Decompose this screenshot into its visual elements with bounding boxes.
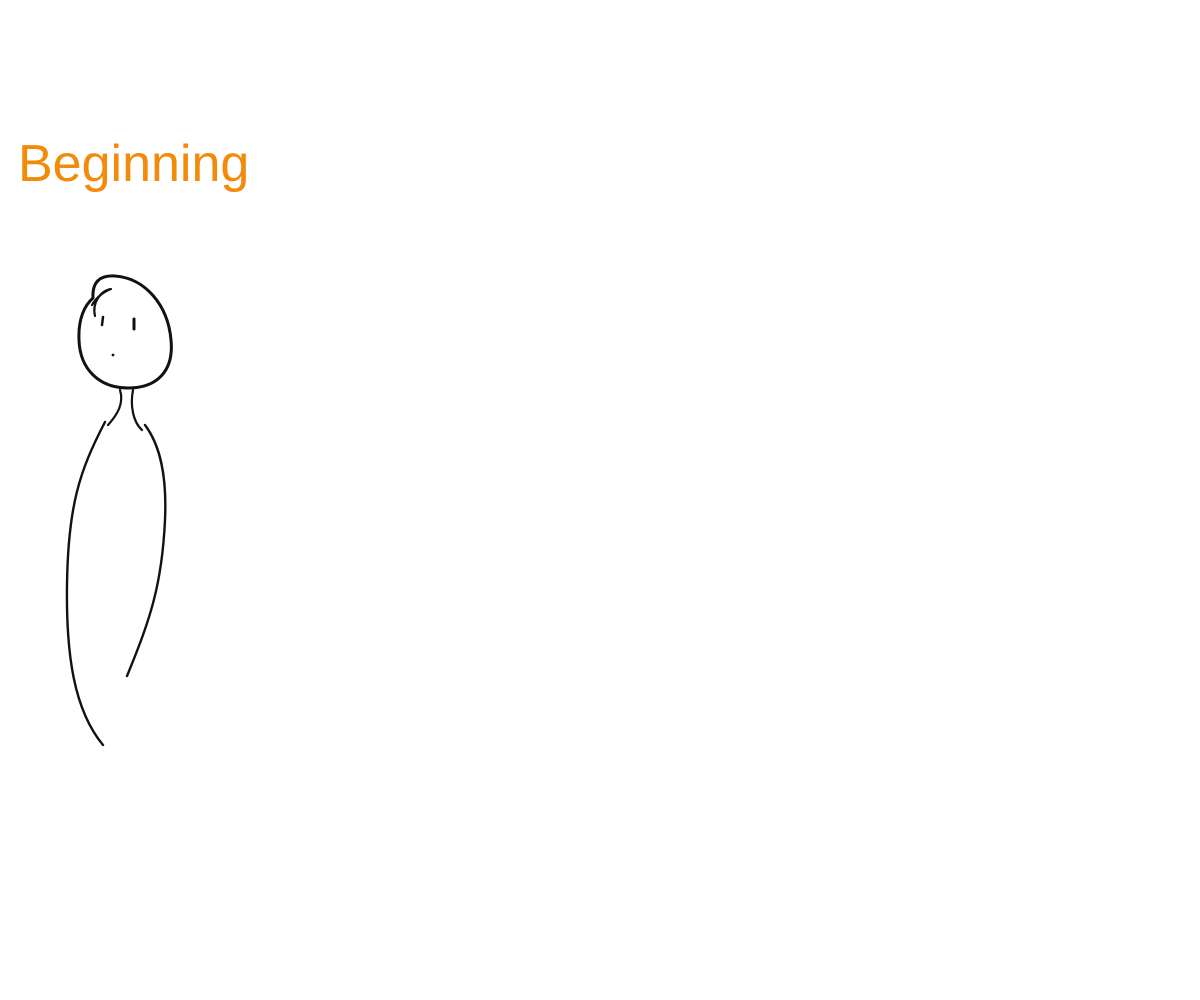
- neck-right: [130, 388, 144, 432]
- body-left: [65, 420, 107, 747]
- neck-left: [106, 388, 123, 427]
- body-right: [125, 423, 167, 678]
- canvas: Beginning: [0, 0, 1200, 1000]
- hair-curl: [90, 287, 113, 318]
- person-sketch-icon: [65, 274, 173, 747]
- left-eye: [100, 315, 105, 327]
- nose-dot: [111, 353, 115, 357]
- person-figure: [65, 274, 173, 747]
- head-outline: [77, 274, 173, 390]
